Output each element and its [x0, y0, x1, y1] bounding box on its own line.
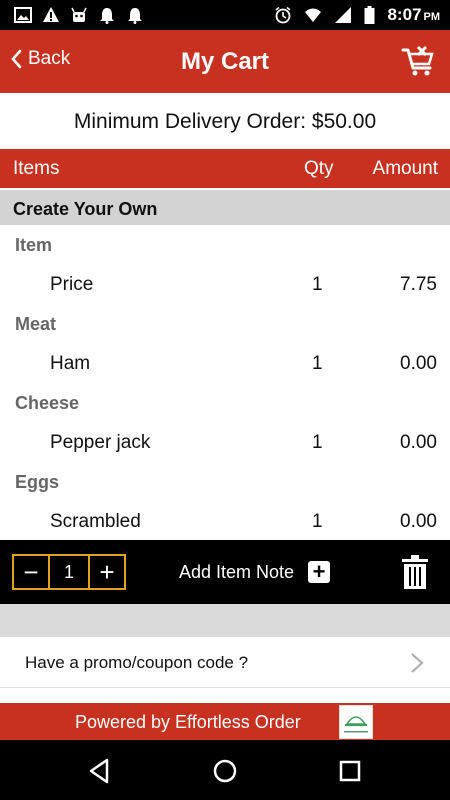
add-item-note-label: Add Item Note [179, 561, 295, 582]
group-label: Cheese [15, 393, 80, 413]
nav-back-icon[interactable] [85, 756, 115, 786]
battery-icon [364, 6, 375, 24]
section-title: Create Your Own [0, 190, 450, 225]
promo-code-label: Have a promo/coupon code ? [25, 653, 249, 672]
add-item-note-button[interactable]: Add Item Note + [179, 561, 331, 583]
item-name: Pepper jack [50, 432, 151, 453]
system-nav-bar [0, 740, 450, 800]
android-icon [71, 7, 87, 22]
signal-icon [335, 7, 352, 23]
bell-icon [128, 8, 142, 24]
nav-recents-icon[interactable] [335, 756, 365, 786]
spacer [0, 688, 450, 703]
item-name: Price [50, 274, 94, 295]
page-title: My Cart [180, 48, 270, 75]
item-amount: 0.00 [400, 353, 437, 374]
group-label: Eggs [15, 472, 60, 492]
quantity-stepper: − 1 + [12, 554, 126, 590]
group-label: Meat [15, 314, 57, 334]
divider [0, 604, 450, 637]
warning-icon [43, 7, 59, 22]
trash-icon[interactable] [402, 555, 428, 589]
status-bar: 8:07 PM [0, 0, 450, 30]
chevron-right-icon [411, 653, 424, 673]
header-amount: Amount [372, 158, 438, 179]
item-amount: 0.00 [400, 511, 437, 532]
plus-icon: + [308, 561, 331, 583]
powered-by-footer: Powered by Effortless Order [0, 703, 450, 740]
item-amount: 0.00 [400, 432, 437, 453]
image-icon [14, 7, 32, 23]
app-header: Back My Cart [0, 30, 450, 93]
item-qty: 1 [312, 432, 323, 453]
wifi-icon [305, 8, 322, 22]
item-qty: 1 [312, 274, 323, 295]
alarm-icon [275, 6, 291, 24]
item-amount: 7.75 [400, 274, 437, 295]
header-items: Items [13, 158, 60, 179]
cart-items-list[interactable]: Item Price 1 7.75 Meat Ham 1 0.00 Cheese… [0, 225, 450, 540]
status-time: 8:07 PM [387, 5, 440, 24]
minimum-order-text: Minimum Delivery Order: $50.00 [0, 93, 450, 149]
bell-icon [100, 8, 114, 24]
nav-home-icon[interactable] [210, 756, 240, 786]
increment-button[interactable]: + [88, 554, 126, 590]
decrement-button[interactable]: − [12, 554, 50, 590]
status-right-icons: 8:07 PM [274, 5, 440, 25]
cart-remove-icon[interactable] [400, 44, 436, 80]
cart-table-header: Items Qty Amount [0, 149, 450, 188]
promo-code-row[interactable]: Have a promo/coupon code ? [0, 637, 450, 688]
group-label: Item [15, 235, 53, 255]
powered-by-label: Powered by Effortless Order [75, 712, 301, 732]
item-qty: 1 [312, 353, 323, 374]
item-name: Ham [50, 353, 91, 374]
item-qty: 1 [312, 511, 323, 532]
quantity-value[interactable]: 1 [50, 554, 88, 590]
item-name: Scrambled [50, 511, 141, 532]
effortless-order-logo[interactable] [339, 705, 373, 739]
status-left-icons [14, 6, 144, 24]
header-qty: Qty [304, 158, 334, 179]
item-action-bar: − 1 + Add Item Note + [0, 540, 450, 604]
